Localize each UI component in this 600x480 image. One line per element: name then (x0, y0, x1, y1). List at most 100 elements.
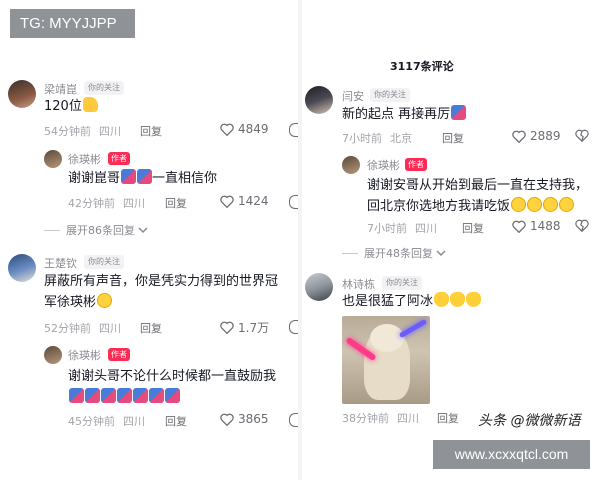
heart-icon (220, 413, 234, 426)
dislike-icon[interactable] (289, 195, 298, 209)
reply-meta: 7小时前 四川 (367, 220, 445, 236)
heart-icon (512, 220, 526, 233)
expand-replies-button[interactable]: 展开86条回复 (44, 222, 148, 238)
expand-replies-button[interactable]: 展开48条回复 (342, 245, 446, 261)
reply-location: 四川 (123, 197, 145, 210)
left-comment-panel: 梁靖崑 你的关注 120位 54分钟前 四川 回复 4849 徐瑛彬 作者 谢谢崑… (0, 0, 298, 480)
following-tag: 你的关注 (370, 88, 410, 102)
reply-button[interactable]: 回复 (165, 195, 187, 211)
dislike-icon[interactable] (575, 219, 589, 232)
avatar[interactable] (305, 273, 333, 301)
clap-emoji-icon (434, 292, 450, 307)
like-count: 4849 (238, 122, 269, 136)
author-badge: 作者 (405, 158, 427, 171)
chevron-down-icon (436, 250, 446, 257)
like-count: 1424 (238, 194, 269, 208)
avatar[interactable] (305, 86, 333, 114)
comment-location: 四川 (397, 412, 419, 425)
comment-text: 新的起点 再接再厉 (342, 104, 467, 125)
like-count: 3865 (238, 412, 269, 426)
comment-location: 北京 (390, 132, 412, 145)
lightsaber-right (398, 318, 428, 339)
comment-meta: 7小时前 北京 (342, 130, 420, 146)
laugh-emoji-icon (559, 197, 575, 212)
reply-time: 45分钟前 (68, 415, 115, 428)
like-button[interactable]: 4849 (220, 122, 269, 136)
reply-text: 谢谢崑哥 一直相信你 (68, 169, 218, 186)
reply-button[interactable]: 回复 (140, 123, 162, 139)
reply-meta: 45分钟前 四川 (68, 413, 153, 429)
avatar[interactable] (8, 80, 36, 108)
reply-time: 7小时前 (367, 222, 407, 235)
like-button[interactable]: 3865 (220, 412, 269, 426)
like-button[interactable]: 2889 (512, 129, 561, 143)
emoji-icon (85, 388, 100, 403)
reply-username[interactable]: 徐瑛彬 (68, 347, 101, 363)
like-button[interactable]: 1.7万 (220, 319, 269, 336)
wink-emoji-icon (97, 293, 113, 308)
comment-location: 四川 (99, 322, 121, 335)
like-button[interactable]: 1488 (512, 219, 561, 233)
like-button[interactable]: 1424 (220, 194, 269, 208)
reply-text: 谢谢安哥从开始到最后一直在支持我， 回北京你选地方我请吃饭 (367, 178, 589, 214)
reply-button[interactable]: 回复 (140, 320, 162, 336)
emoji-icon (149, 388, 164, 403)
clap-emoji-icon (450, 292, 466, 307)
chevron-down-icon (138, 227, 148, 234)
author-badge: 作者 (108, 152, 130, 165)
reply-button[interactable]: 回复 (437, 410, 459, 426)
avatar[interactable] (8, 254, 36, 282)
dislike-icon[interactable] (575, 129, 589, 142)
like-count: 2889 (530, 129, 561, 143)
reply-username[interactable]: 徐瑛彬 (367, 157, 400, 173)
like-count: 1488 (530, 219, 561, 233)
emoji-row (68, 387, 276, 408)
reply-button[interactable]: 回复 (165, 413, 187, 429)
avatar[interactable] (44, 346, 62, 364)
reply-meta: 42分钟前 四川 (68, 195, 153, 211)
comment-text: 屏蔽所有声音，你是凭实力得到的世界冠 军徐瑛彬 (44, 274, 279, 310)
following-tag: 你的关注 (84, 255, 124, 269)
comment-time: 7小时前 (342, 132, 382, 145)
comment-text: 120位 (44, 96, 98, 117)
comment-username[interactable]: 林诗栋 (342, 276, 375, 292)
avatar[interactable] (342, 156, 360, 174)
emoji-icon (133, 388, 148, 403)
emoji-icon (117, 388, 132, 403)
comment-meta: 38分钟前 四川 (342, 410, 427, 426)
reply-username[interactable]: 徐瑛彬 (68, 151, 101, 167)
dislike-icon[interactable] (289, 413, 298, 427)
laugh-emoji-icon (543, 197, 559, 212)
comment-image-cat[interactable] (342, 316, 430, 404)
reply-location: 四川 (123, 415, 145, 428)
reply-button[interactable]: 回复 (442, 130, 464, 146)
emoji-icon (121, 169, 137, 184)
comment-username[interactable]: 梁靖崑 (44, 81, 77, 97)
emoji-icon (451, 105, 467, 120)
comment-username[interactable]: 闫安 (342, 88, 364, 104)
dislike-icon[interactable] (289, 320, 298, 334)
comment-time: 52分钟前 (44, 322, 91, 335)
emoji-icon (101, 388, 116, 403)
author-badge: 作者 (108, 348, 130, 361)
laugh-emoji-icon (527, 197, 543, 212)
source-watermark: 头条 @微微新语 (478, 413, 581, 429)
emoji-icon (165, 388, 180, 403)
comment-username[interactable]: 王楚钦 (44, 255, 77, 271)
emoji-icon (137, 169, 153, 184)
comment-time: 38分钟前 (342, 412, 389, 425)
avatar[interactable] (44, 150, 62, 168)
heart-icon (220, 321, 234, 334)
divider (342, 252, 358, 254)
dislike-icon[interactable] (289, 123, 298, 137)
heart-icon (220, 195, 234, 208)
following-tag: 你的关注 (84, 81, 124, 95)
laugh-emoji-icon (511, 197, 527, 212)
following-tag: 你的关注 (382, 276, 422, 290)
comment-meta: 52分钟前 四川 (44, 320, 129, 336)
divider (44, 229, 60, 231)
watermark-top-left: TG: MYYJJPP (10, 9, 135, 38)
reply-button[interactable]: 回复 (462, 220, 484, 236)
comment-location: 四川 (99, 125, 121, 138)
reply-time: 42分钟前 (68, 197, 115, 210)
